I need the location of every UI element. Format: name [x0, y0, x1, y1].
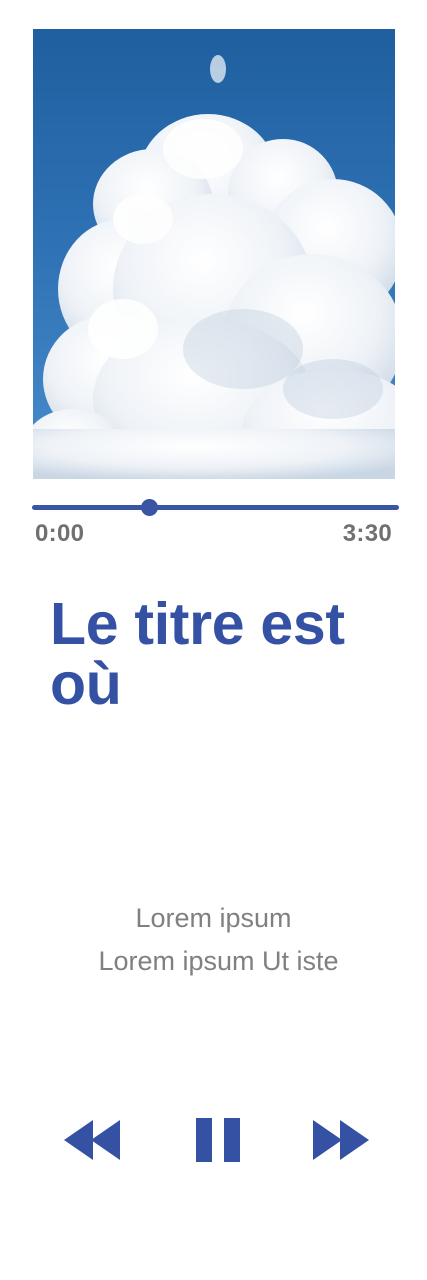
progress-bar[interactable] — [32, 499, 399, 516]
cloud-sky-image — [33, 29, 395, 479]
track-subtitle-line2: Lorem ipsum Ut iste — [98, 946, 339, 976]
progress-track[interactable] — [32, 505, 399, 510]
progress-thumb[interactable] — [141, 499, 159, 516]
pause-icon — [196, 1118, 240, 1162]
current-time: 0:00 — [35, 520, 85, 547]
rewind-button[interactable] — [64, 1118, 122, 1162]
track-title: Le titre est où — [50, 591, 345, 717]
playback-controls — [0, 1118, 427, 1162]
track-subtitle-line1: Lorem ipsum — [135, 903, 292, 933]
fast-forward-icon — [313, 1120, 369, 1160]
total-time: 3:30 — [342, 520, 392, 547]
rewind-icon — [64, 1120, 120, 1160]
fast-forward-button[interactable] — [313, 1118, 370, 1162]
album-artwork — [33, 29, 395, 479]
pause-button[interactable] — [196, 1118, 241, 1162]
